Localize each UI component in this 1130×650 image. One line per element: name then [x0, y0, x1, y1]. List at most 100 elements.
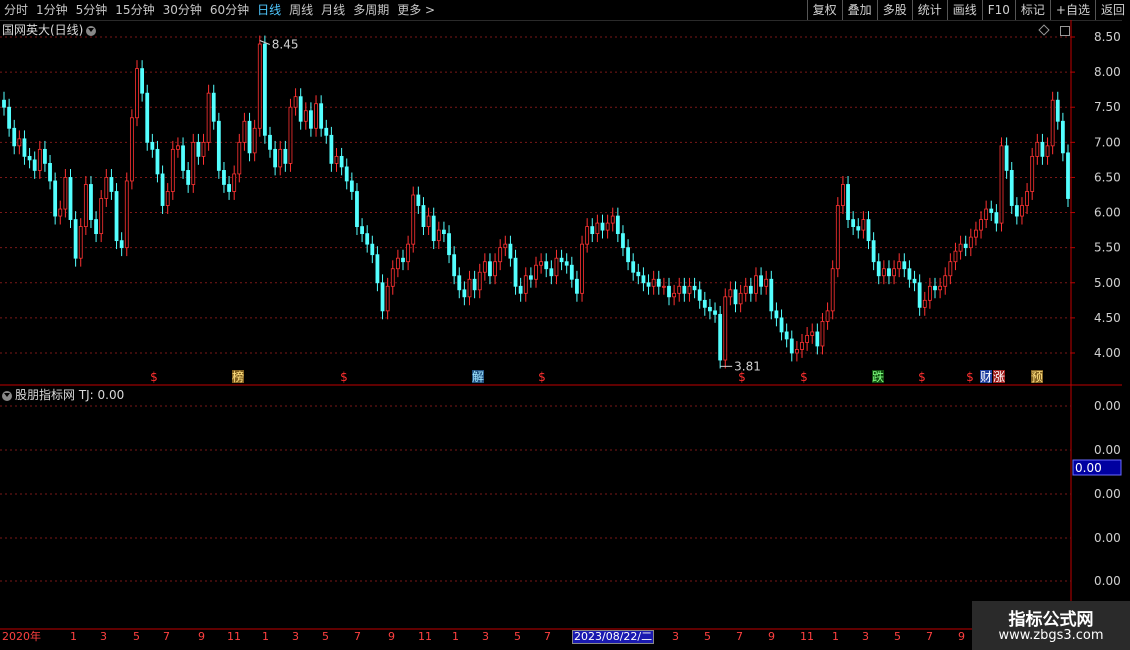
candle-body: [554, 257, 559, 277]
candle-body: [37, 148, 42, 171]
candle-body: [129, 117, 134, 182]
candle-body: [559, 257, 564, 263]
candle-body: [68, 177, 73, 220]
candle-body: [994, 212, 999, 224]
candle-body: [380, 282, 385, 312]
candle-body: [656, 278, 661, 287]
candle-body: [974, 229, 978, 238]
candle-body: [851, 219, 856, 227]
candle-body: [876, 261, 881, 277]
candle-body: [917, 282, 922, 308]
date-tick-label: 5: [322, 630, 329, 643]
candle-body: [508, 243, 513, 259]
candle-body: [820, 320, 825, 347]
candle-body: [176, 145, 180, 150]
candle-body: [493, 261, 497, 277]
event-marker: 财: [980, 370, 992, 384]
candle-body: [114, 191, 119, 242]
candle-body: [232, 173, 237, 192]
candle-body: [58, 208, 63, 217]
candle-body: [1066, 152, 1070, 199]
candle-body: [201, 141, 206, 157]
candle-body: [32, 159, 37, 171]
candle-body: [953, 250, 958, 263]
candle-body: [27, 155, 32, 161]
date-tick-label: 5: [894, 630, 901, 643]
candle-body: [651, 278, 656, 287]
date-tick-label: 3: [100, 630, 107, 643]
candle-body: [385, 285, 390, 312]
candle-body: [718, 313, 723, 361]
candle-body: [677, 285, 682, 294]
candle-body: [927, 285, 932, 301]
candle-body: [769, 278, 774, 312]
candle-body: [319, 103, 324, 129]
candle-body: [498, 247, 503, 263]
candle-body: [892, 268, 896, 277]
candle-body: [794, 349, 799, 354]
indicator-axis-label: 0.00: [1094, 443, 1121, 457]
candle-body: [293, 96, 298, 108]
candle-body: [569, 264, 574, 280]
candle-body: [1014, 205, 1019, 217]
candle-body: [585, 226, 590, 245]
date-tick-label: 3: [862, 630, 869, 643]
candle-body: [94, 219, 98, 235]
candle-body: [754, 275, 758, 294]
price-axis-label: 5.00: [1094, 276, 1121, 290]
candle-body: [119, 240, 124, 249]
candle-body: [334, 155, 339, 164]
candle-body: [621, 233, 625, 249]
candle-body: [825, 310, 830, 322]
event-marker: 榜: [232, 369, 244, 384]
candle-body: [135, 68, 139, 119]
date-tick-label: 3: [672, 630, 679, 643]
candle-body: [181, 145, 185, 171]
candle-body: [887, 268, 891, 277]
candle-body: [17, 138, 22, 147]
candle-body: [661, 285, 666, 288]
candle-body: [452, 254, 457, 277]
candle-body: [488, 261, 492, 277]
price-axis-label: 8.50: [1094, 30, 1121, 44]
candle-body: [355, 191, 359, 228]
candle-body: [442, 229, 446, 235]
candle-body: [615, 215, 620, 235]
candle-body: [472, 278, 477, 291]
candle-body: [636, 271, 641, 277]
candle-body: [1040, 141, 1045, 157]
candle-body: [109, 177, 114, 192]
candle-body: [462, 289, 467, 298]
date-tick-label: 7: [926, 630, 933, 643]
candle-body: [810, 331, 815, 336]
candle-body: [252, 127, 257, 154]
indicator-axis-label: 0.00: [1094, 574, 1121, 588]
candle-body: [196, 141, 201, 157]
candle-body: [600, 222, 605, 231]
candle-body: [728, 289, 733, 298]
candle-body: [866, 219, 871, 242]
date-axis: 2023/08/22/二 2020年 1 3 5 7 9 11 1 3 5 7 9 11 1 3 5 7 3 5 7 9…: [0, 630, 970, 645]
candle-body: [835, 205, 840, 270]
candle-body: [943, 275, 948, 287]
date-tick-label: 1: [70, 630, 77, 643]
candle-body: [431, 215, 436, 242]
candle-body: [881, 268, 886, 277]
candle-body: [958, 243, 963, 252]
kline-chart[interactable]: 8.50 8.00 7.50 7.00 6.50 6.00 5.50 5.00 4.50 4.00…: [0, 0, 1130, 650]
candle-body: [467, 278, 472, 298]
date-tick-label: 5: [133, 630, 140, 643]
candle-body: [595, 222, 600, 235]
candle-body: [314, 103, 318, 129]
price-axis-label: 4.00: [1094, 346, 1121, 360]
price-axis-label: 8.00: [1094, 65, 1121, 79]
price-axis-label: 6.00: [1094, 206, 1121, 220]
date-tick-label: 11: [418, 630, 432, 643]
candle-body: [723, 296, 728, 361]
candle-body: [283, 148, 288, 164]
event-marker: 跌: [872, 369, 884, 384]
event-marker: $: [800, 370, 808, 384]
candle-body: [1020, 205, 1024, 217]
candle-body: [580, 243, 584, 294]
candle-body: [523, 275, 528, 294]
